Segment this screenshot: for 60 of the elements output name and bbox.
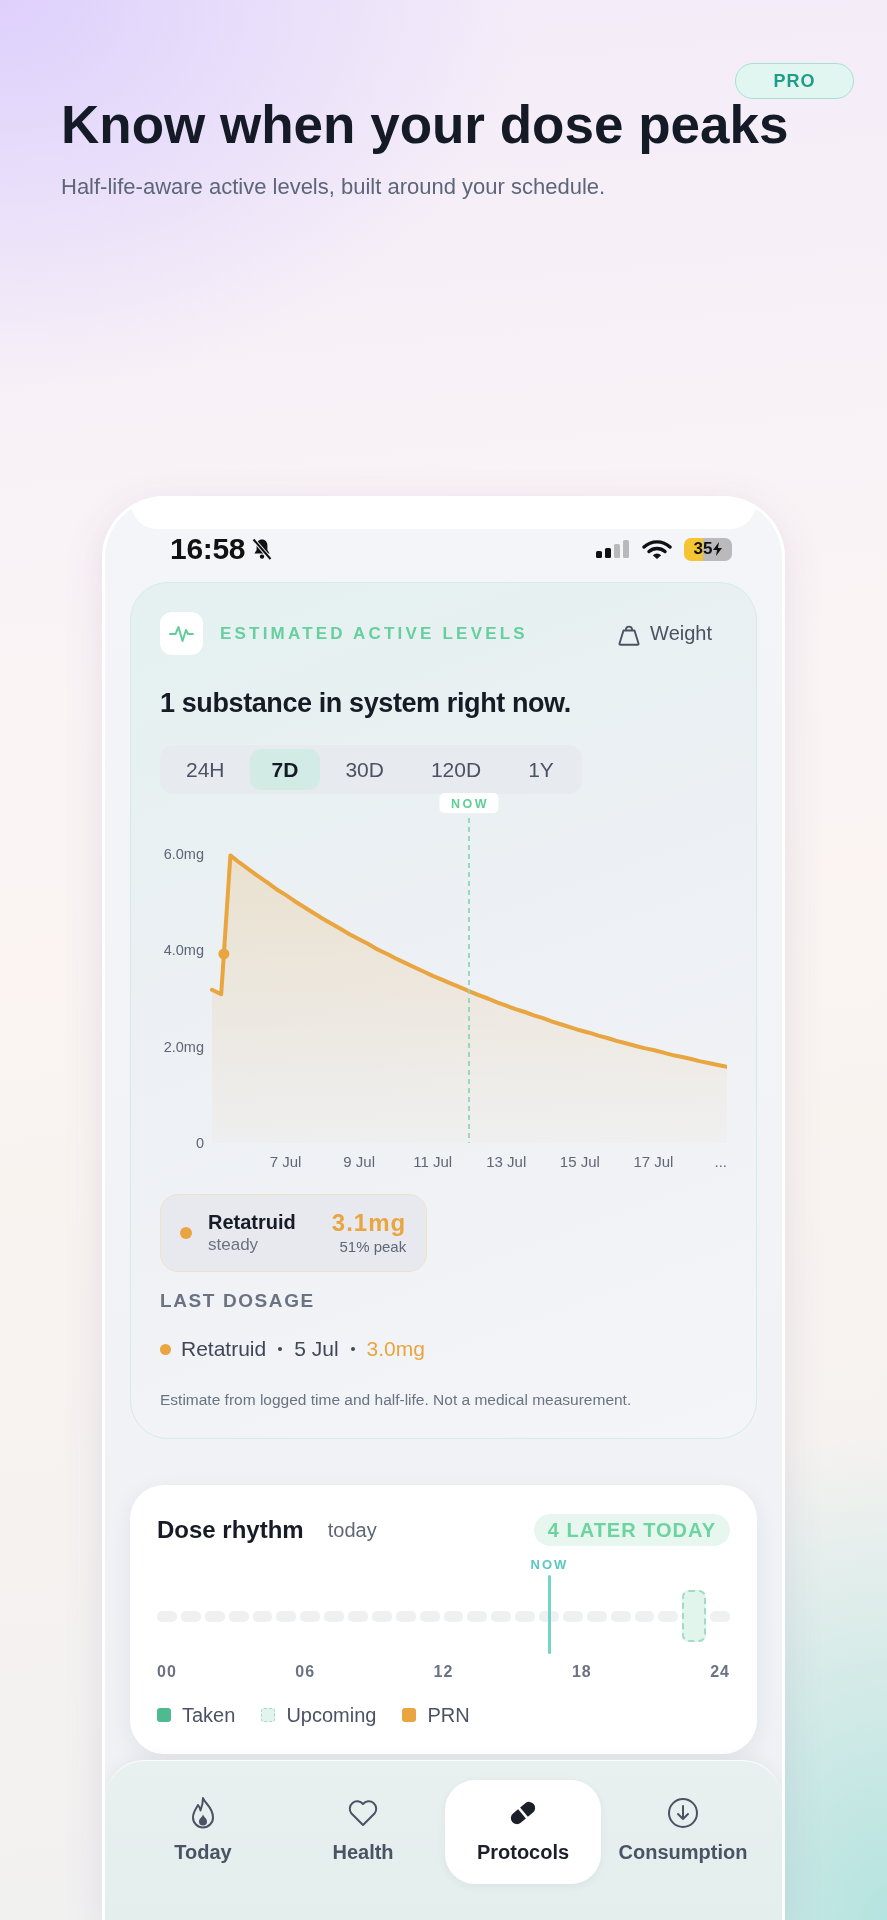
legend-label: Upcoming	[286, 1703, 377, 1728]
range-tab[interactable]: 30D	[323, 749, 406, 790]
x-axis-label: ...	[714, 1152, 727, 1170]
dose-amount: 3.0mg	[366, 1336, 425, 1362]
signal-icon	[596, 540, 630, 558]
section-label: ESTIMATED ACTIVE LEVELS	[220, 623, 528, 644]
dose-marker-icon	[218, 948, 230, 960]
substance-trend: steady	[208, 1234, 260, 1256]
tab-bar-item[interactable]: Today	[125, 1780, 281, 1884]
section-heading: LAST DOSAGE	[160, 1289, 315, 1313]
hour-label: 24	[710, 1662, 730, 1682]
later-count-badge: 4 LATER TODAY	[533, 1514, 730, 1546]
y-axis-label: 6.0mg	[163, 846, 204, 862]
battery-level: 35	[693, 539, 713, 559]
substance-summary: 1 substance in system right now.	[160, 687, 571, 720]
tab-bar-item[interactable]: Protocols	[445, 1780, 601, 1884]
separator-dot-icon	[278, 1347, 283, 1351]
heart-icon	[347, 1799, 379, 1827]
period-label: today	[327, 1518, 377, 1542]
hour-label: 06	[295, 1662, 316, 1682]
hour-label: 18	[571, 1662, 592, 1682]
separator-dot-icon	[350, 1347, 355, 1351]
x-axis-label: 11 Jul	[413, 1152, 453, 1170]
y-axis-label: 0	[195, 1135, 204, 1151]
substance-name: Retatruid	[208, 1210, 296, 1234]
peak-share: 51% peak	[338, 1237, 407, 1257]
x-axis-label: 7 Jul	[269, 1152, 302, 1170]
download-icon	[667, 1797, 699, 1829]
hour-label: 00	[157, 1662, 177, 1682]
disclaimer-text: Estimate from logged time and half-life. Not a medical measurement.	[160, 1390, 632, 1410]
tab-bar-item[interactable]: Health	[285, 1780, 441, 1884]
subheadline: Half-life-aware active levels, built around your schedule.	[61, 173, 606, 201]
pro-badge: PRO	[735, 63, 854, 99]
now-label: NOW	[530, 1557, 569, 1572]
weight-button[interactable]: Weight	[618, 621, 712, 646]
x-axis-label: 15 Jul	[559, 1152, 600, 1170]
tab-bar-item[interactable]: Consumption	[605, 1780, 761, 1884]
range-tab[interactable]: 24H	[164, 749, 247, 790]
hour-label: 12	[433, 1662, 454, 1682]
headline: Know when your dose peaks	[61, 96, 789, 153]
range-tab[interactable]: 120D	[408, 749, 504, 790]
x-axis-label: 9 Jul	[343, 1152, 375, 1170]
legend-label: PRN	[427, 1703, 470, 1728]
legend-label: Taken	[182, 1703, 236, 1728]
x-axis-label: 13 Jul	[486, 1152, 527, 1170]
y-axis-label: 4.0mg	[163, 942, 204, 959]
bell-slash-icon	[250, 537, 275, 561]
card-title: Dose rhythm	[157, 1516, 304, 1544]
bolt-icon	[713, 542, 723, 556]
flame-icon	[189, 1796, 217, 1830]
range-tab[interactable]: 7D	[249, 749, 321, 790]
y-axis-label: 2.0mg	[163, 1038, 204, 1055]
wifi-icon	[642, 538, 672, 560]
range-tab[interactable]: 1Y	[506, 749, 576, 790]
pulse-icon	[160, 612, 203, 655]
dose-date: 5 Jul	[294, 1336, 339, 1362]
dose-substance: Retatruid	[181, 1336, 267, 1362]
active-amount: 3.1mg	[331, 1209, 407, 1237]
x-axis-label: 17 Jul	[633, 1152, 674, 1170]
status-time: 16:58	[170, 533, 246, 565]
